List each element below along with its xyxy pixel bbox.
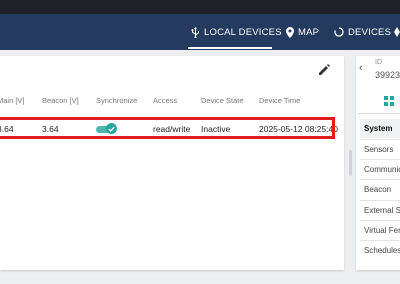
nav-map[interactable]: MAP	[286, 14, 319, 50]
nav-local-devices-label: LOCAL DEVICES	[204, 26, 282, 38]
side-item-communication[interactable]: Communication	[360, 159, 400, 178]
id-value: 399236	[375, 70, 400, 80]
nav-map-label: MAP	[298, 26, 320, 38]
nav-local-devices[interactable]: LOCAL DEVICES	[191, 14, 282, 50]
device-table-panel	[0, 56, 344, 270]
window-top-strip	[0, 0, 400, 14]
refresh-circle-icon	[334, 27, 344, 37]
header-beacon[interactable]: Beacon [V]	[42, 96, 79, 105]
header-access[interactable]: Access	[153, 96, 177, 105]
header-synchronize[interactable]: Synchronize	[96, 96, 137, 105]
side-item-system[interactable]: System	[360, 119, 400, 138]
side-item-schedules[interactable]: Schedules	[360, 240, 400, 259]
row-highlight-box	[0, 117, 335, 139]
side-item-beacon[interactable]: Beacon	[360, 179, 400, 198]
chevron-left-icon[interactable]: ‹	[359, 62, 363, 74]
edit-icon[interactable]	[318, 63, 332, 77]
header-main[interactable]: Main [V]	[0, 96, 25, 105]
nav-devices-label: DEVICES	[348, 26, 392, 38]
map-pin-icon	[286, 26, 294, 38]
grid-icon[interactable]	[384, 93, 394, 106]
header-device-time[interactable]: Device Time	[259, 96, 300, 105]
header-device-state[interactable]: Device State	[201, 96, 244, 105]
id-label: ID	[375, 59, 382, 66]
side-divider	[358, 113, 400, 114]
nav-more[interactable]	[394, 14, 400, 50]
scrollbar[interactable]	[349, 150, 352, 176]
side-item-sensors[interactable]: Sensors	[360, 139, 400, 158]
more-icon	[394, 27, 400, 37]
side-item-external-sensors[interactable]: External Sensors	[360, 200, 400, 219]
nav-devices[interactable]: DEVICES	[334, 14, 391, 50]
side-item-virtual-fence[interactable]: Virtual Fence	[360, 220, 400, 239]
usb-icon	[191, 26, 200, 38]
active-tab-indicator	[188, 47, 272, 49]
